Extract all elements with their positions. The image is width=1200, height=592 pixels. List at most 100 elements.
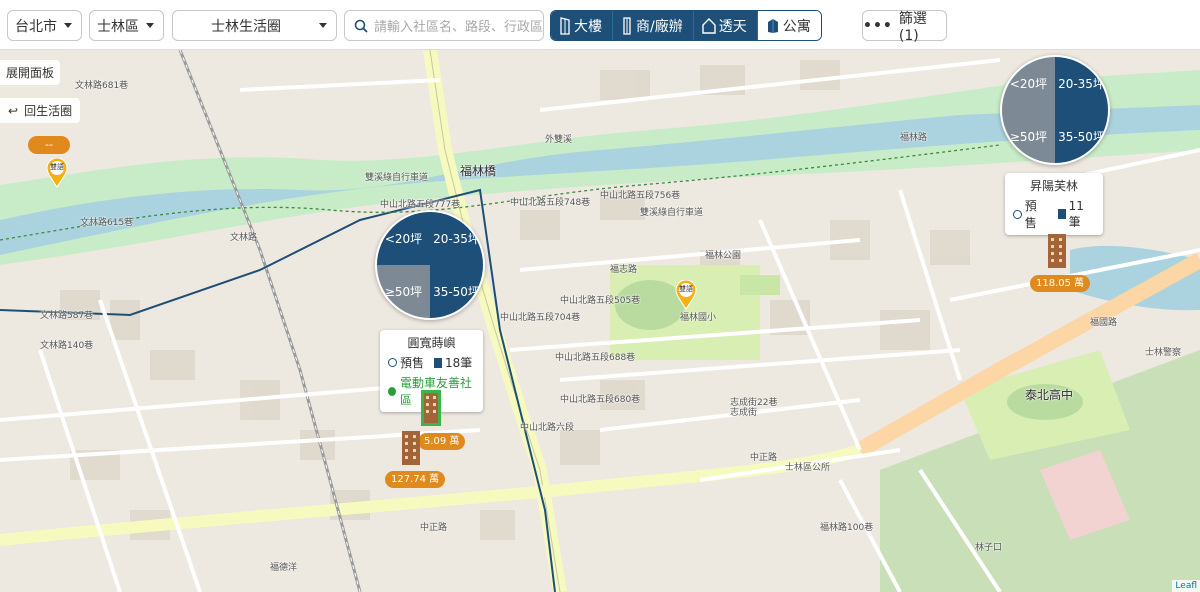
back-to-circle-button[interactable]: ↩ 回生活圈 [0,98,81,123]
community-name: 圓寬蒔嶼 [407,336,456,350]
label-fuguo: 福國路 [1090,318,1118,328]
label-fude: 福德洋 [270,563,298,573]
label-zhongshan-680: 中山北路五段680巷 [560,395,641,405]
expand-panel-label: 展開面板 [6,66,55,80]
label-zhongshan-n6: 中山北路六段 [520,423,575,433]
school-pin[interactable]: 雙語 [46,157,68,188]
filter-label: 篩選(1) [898,10,927,44]
type-button-apartment[interactable]: 公寓 [756,11,821,40]
label-fulin-100: 福林路100巷 [820,523,874,533]
price-badge[interactable]: 127.74 萬 [385,471,446,488]
clock-icon [388,358,397,367]
district-select-value: 士林區 [97,18,139,35]
cluster-segment-over-50[interactable]: ≥50坪 [377,265,430,318]
label-zhongshan-756: 中山北路五段756巷 [600,191,681,201]
cluster-segment-35-50[interactable]: 35-50坪 [430,265,483,318]
type-button-townhouse[interactable]: 透天 [692,11,757,40]
toolbar: 台北市 士林區 士林生活圈 請輸入社區名、路段、行政區 大樓 商/廠辦 透天 公… [0,0,1200,50]
circle-select-value: 士林生活圈 [211,18,281,35]
community-card[interactable]: 昇陽芙林 預售 11筆 [1005,173,1103,235]
label-police: 士林警察 [1145,348,1182,358]
price-badge[interactable]: 5.09 萬 [418,433,466,450]
office-icon [623,16,631,35]
map-attribution[interactable]: Leafl [1172,580,1200,592]
school-pin-label: 雙語 [50,163,64,171]
expand-panel-button[interactable]: 展開面板 [0,60,61,85]
size-cluster[interactable]: <20坪 20-35坪 ≥50坪 35-50坪 [375,210,485,320]
type-label-apartment: 公寓 [782,18,811,35]
type-label-office: 商/廠辦 [636,18,683,35]
community-status: 預售 [400,356,425,370]
chevron-down-icon [64,23,72,28]
building-icon [560,16,570,35]
label-zhongzheng: 中正路 [420,523,448,533]
building-marker-icon[interactable] [1044,230,1070,270]
chevron-down-icon [146,23,154,28]
building-marker-icon[interactable] [398,427,424,467]
chevron-down-icon [319,23,327,28]
label-zhixing-22: 志成街22巷 [730,398,778,408]
label-fulin: 福林路 [900,133,928,143]
house-icon [702,17,716,34]
type-label-townhouse: 透天 [718,18,747,35]
label-zhongshan-748: 中山北路五段748巷 [510,198,591,208]
label-fulin-bridge: 福林橋 [460,164,497,178]
community-name: 昇陽芙林 [1029,179,1078,193]
filter-button[interactable]: ••• 篩選(1) [862,10,947,44]
label-bike-path: 雙溪綠自行車道 [365,173,429,183]
label-linzi: 林子口 [975,543,1003,553]
cluster-segment-under-20[interactable]: <20坪 [377,212,430,265]
more-dots-icon: ••• [863,17,893,34]
building-count-icon [434,357,443,368]
type-button-office[interactable]: 商/廠辦 [612,11,693,40]
label-wenlin-587: 文林路587巷 [40,311,94,321]
back-arrow-icon: ↩ [8,103,19,118]
district-select[interactable]: 士林區 [89,10,164,41]
search-icon [354,19,368,33]
label-zhongzheng-2: 中正路 [750,453,778,463]
label-wenlin-615: 文林路615巷 [80,218,134,228]
label-fuzhi: 福志路 [610,265,638,275]
city-select[interactable]: 台北市 [7,10,82,41]
community-status: 預售 [1024,199,1037,230]
label-taibei-hs: 泰北高中 [1025,388,1074,402]
city-select-value: 台北市 [15,18,57,35]
building-type-group: 大樓 商/廠辦 透天 公寓 [550,10,822,41]
label-wenlin-681: 文林路681巷 [75,81,129,91]
label-wenlin-140: 文林路140巷 [40,341,94,351]
search-input[interactable]: 請輸入社區名、路段、行政區 [344,10,544,41]
circle-select[interactable]: 士林生活圈 [172,10,337,41]
dash-price-badge[interactable]: -- [28,136,70,154]
school-pin-label: 雙語 [679,285,693,293]
label-waishuang: 外雙溪 [545,135,573,145]
clock-icon [1013,209,1022,219]
cluster-segment-over-50[interactable]: ≥50坪 [1002,110,1055,163]
ev-charger-icon [388,386,397,396]
label-bike-path-2: 雙溪綠自行車道 [640,208,704,218]
label-zhongshan-777: 中山北路五段777巷 [380,200,461,210]
cluster-segment-20-35[interactable]: 20-35坪 [430,212,483,265]
type-label-building: 大樓 [574,18,602,35]
label-fulin-park: 福林公園 [705,251,742,261]
size-cluster[interactable]: <20坪 20-35坪 ≥50坪 35-50坪 [1000,55,1110,165]
cluster-segment-under-20[interactable]: <20坪 [1002,57,1055,110]
building-marker-icon[interactable] [418,388,444,428]
price-badge[interactable]: 118.05 萬 [1030,275,1091,292]
search-placeholder: 請輸入社區名、路段、行政區 [374,20,543,35]
label-wenlin: 文林路 [230,233,258,243]
community-count: 18筆 [445,356,473,370]
community-count: 11筆 [1068,198,1084,229]
label-zhongshan-688: 中山北路五段688巷 [555,353,636,363]
back-to-circle-label: 回生活圈 [24,104,73,118]
map-canvas[interactable]: 福林橋 雙溪綠自行車道 雙溪綠自行車道 中山北路五段777巷 中山北路五段748… [0,50,1200,592]
label-zhongshan-505: 中山北路五段505巷 [560,296,641,306]
building-count-icon [1057,209,1066,219]
cluster-segment-35-50[interactable]: 35-50坪 [1055,110,1108,163]
label-zhongshan-704: 中山北路五段704巷 [500,313,581,323]
school-pin[interactable]: 雙語 [675,279,697,310]
label-district-office: 士林區公所 [785,463,831,473]
label-fulin-es: 福林國小 [680,313,717,323]
type-button-building[interactable]: 大樓 [551,11,612,40]
cluster-segment-20-35[interactable]: 20-35坪 [1055,57,1108,110]
apartment-icon [767,18,778,33]
